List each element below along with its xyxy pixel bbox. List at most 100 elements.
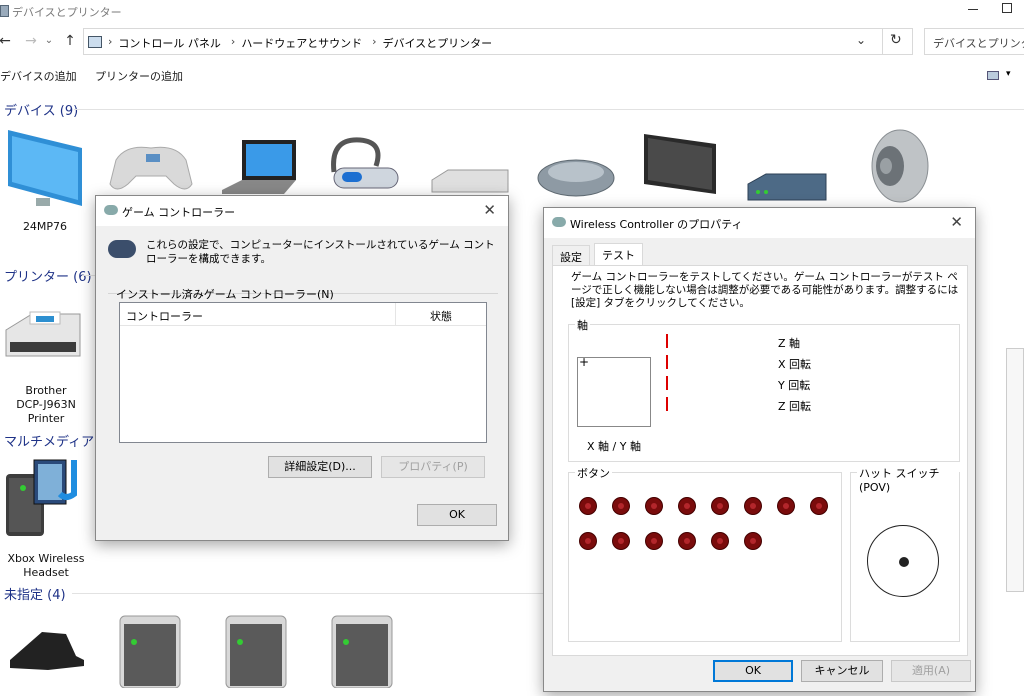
button-indicator-11 (645, 532, 663, 550)
button-indicator-14 (744, 532, 762, 550)
command-bar: デバイスの追加 プリンターの追加 ▾ (0, 60, 1024, 90)
y-rotation-label: Y 回転 (778, 379, 811, 392)
device-tv[interactable] (640, 132, 724, 208)
tab-settings[interactable]: 設定 (552, 245, 590, 266)
breadcrumb-devices-printers[interactable]: デバイスとプリンター (383, 35, 493, 51)
device-gamepad[interactable] (106, 140, 196, 199)
minimize-button[interactable] (962, 0, 986, 20)
device-brother-printer[interactable]: Brother DCP-J963N Printer (0, 306, 92, 426)
dialog-title: Wireless Controller のプロパティ (570, 218, 743, 231)
device-mouse[interactable] (534, 150, 620, 204)
add-device-button[interactable]: デバイスの追加 (0, 68, 77, 84)
button-indicator-4 (678, 497, 696, 515)
address-bar-row: ← → ⌄ ↑ › コントロール パネル › ハードウェアとサウンド › デバイ… (0, 27, 1024, 57)
controllers-list[interactable]: コントローラー 状態 (119, 302, 487, 443)
hat-switch-group: ハット スイッチ (POV) (850, 465, 960, 642)
maximize-button[interactable] (1002, 3, 1012, 13)
properties-button[interactable]: プロパティ(P) (381, 456, 485, 478)
refresh-icon[interactable]: ↻ (890, 32, 902, 48)
button-indicator-2 (612, 497, 630, 515)
back-arrow-icon[interactable]: ← (0, 32, 14, 50)
search-input[interactable]: デバイスとプリンターの (924, 28, 1024, 55)
gamepad-icon (109, 146, 193, 190)
recent-locations-icon[interactable]: ⌄ (40, 32, 58, 50)
tab-test[interactable]: テスト (594, 243, 643, 266)
device-label: Brother (25, 384, 67, 397)
window-title: デバイスとプリンター (12, 6, 122, 19)
close-icon[interactable]: ✕ (483, 201, 496, 219)
wireless-controller-properties-dialog: Wireless Controller のプロパティ ✕ 設定 テスト ゲーム … (543, 207, 976, 692)
view-dropdown-icon[interactable]: ▾ (1006, 69, 1011, 79)
test-description: ゲーム コントローラーをテストしてください。ゲーム コントローラーがテスト ペー… (571, 271, 959, 309)
column-header-controller[interactable]: コントローラー (126, 308, 203, 324)
close-icon[interactable]: ✕ (950, 213, 963, 231)
device-xbox-headset[interactable]: Xbox Wireless Headset (0, 456, 92, 580)
add-printer-button[interactable]: プリンターの追加 (95, 68, 183, 84)
z-axis-label: Z 軸 (778, 337, 801, 350)
device-label: 24MP76 (22, 220, 68, 233)
group-divider (74, 109, 1024, 110)
search-placeholder: デバイスとプリンターの (933, 37, 1024, 50)
test-panel: ゲーム コントローラーをテストしてください。ゲーム コントローラーがテスト ペー… (552, 265, 968, 656)
button-indicator-7 (777, 497, 795, 515)
info-text: これらの設定で、コンピューターにインストールされているゲーム コントローラーを構… (146, 239, 495, 265)
axes-group: 軸 + X 軸 / Y 軸 Z 軸 X 回転 Y 回転 Z 回転 (568, 317, 960, 462)
offscreen-panel (1006, 348, 1024, 592)
device-router[interactable] (744, 170, 830, 210)
button-indicator-12 (678, 532, 696, 550)
hat-switch-label: ハット スイッチ (POV) (857, 465, 959, 494)
device-stand[interactable] (4, 620, 88, 684)
breadcrumb-hardware-sound[interactable]: ハードウェアとサウンド (241, 35, 362, 51)
button-indicator-3 (645, 497, 663, 515)
column-header-status[interactable]: 状態 (430, 308, 452, 324)
advanced-button[interactable]: 詳細設定(D)... (268, 456, 372, 478)
group-printers[interactable]: プリンター (6) (4, 266, 92, 285)
hat-switch-dot (899, 557, 909, 567)
headset-icon (331, 137, 399, 189)
hat-switch-circle (867, 525, 939, 597)
ok-button[interactable]: OK (713, 660, 793, 682)
control-panel-icon (88, 36, 102, 48)
game-controllers-dialog: ゲーム コントローラー ✕ これらの設定で、コンピューターにインストールされてい… (95, 195, 509, 541)
cancel-button[interactable]: キャンセル (801, 660, 883, 682)
change-view-icon[interactable] (987, 71, 999, 80)
group-divider (72, 593, 544, 594)
z-rotation-bar (666, 397, 668, 411)
xy-axis-box: + (577, 355, 651, 427)
group-devices[interactable]: デバイス (9) (4, 100, 78, 119)
xy-axis-label: X 軸 / Y 軸 (587, 440, 641, 453)
gamepad-icon (552, 217, 566, 227)
address-dropdown-icon[interactable]: ⌄ (856, 33, 866, 47)
apply-button[interactable]: 適用(A) (891, 660, 971, 682)
router-icon (747, 173, 827, 201)
group-unspecified[interactable]: 未指定 (4) (4, 584, 66, 603)
device-unknown-2[interactable] (220, 610, 294, 692)
device-laptop[interactable] (214, 134, 304, 202)
device-headset[interactable] (320, 132, 410, 202)
device-monitor[interactable]: 24MP76 (0, 128, 90, 234)
axes-label: 軸 (575, 317, 590, 333)
device-label: Headset (23, 566, 69, 579)
forward-arrow-icon[interactable]: → (22, 32, 40, 50)
breadcrumb: › コントロール パネル › ハードウェアとサウンド › デバイスとプリンター (108, 35, 493, 51)
device-unknown-3[interactable] (326, 610, 400, 692)
tv-icon (644, 134, 716, 194)
address-box[interactable]: › コントロール パネル › ハードウェアとサウンド › デバイスとプリンター … (83, 28, 913, 55)
up-arrow-icon[interactable]: ↑ (61, 32, 79, 50)
generic-device-icon (119, 615, 181, 689)
device-unknown-1[interactable] (114, 610, 188, 692)
button-indicator-10 (612, 532, 630, 550)
breadcrumb-control-panel[interactable]: コントロール パネル (118, 35, 221, 51)
z-rotation-label: Z 回転 (778, 400, 812, 413)
x-rotation-label: X 回転 (778, 358, 812, 371)
header-divider (120, 325, 486, 326)
ok-button[interactable]: OK (417, 504, 497, 526)
button-indicator-8 (810, 497, 828, 515)
button-indicator-1 (579, 497, 597, 515)
y-rotation-bar (666, 376, 668, 390)
device-label: Xbox Wireless (7, 552, 85, 565)
device-speaker[interactable] (850, 126, 936, 210)
dialog-titlebar: ゲーム コントローラー ✕ (96, 196, 508, 226)
x-rotation-bar (666, 355, 668, 369)
stand-icon (10, 632, 84, 670)
